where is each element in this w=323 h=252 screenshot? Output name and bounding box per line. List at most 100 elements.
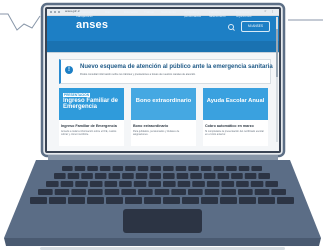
keyboard-key [89,181,103,187]
keyboard-key [49,197,66,204]
card-title: Ingreso Familiar de Emergencia [61,124,117,128]
card-description: Accedé a toda la información sobre el IF… [61,130,117,136]
card-banner: PRESENTACIÓN Ingreso Familiar de Emergen… [59,88,124,120]
keyboard-key [87,166,98,171]
star-icon[interactable]: ☆ [264,10,267,13]
keyboard-key [192,181,205,187]
keyboard-key [163,166,174,171]
keyboard-key [163,181,176,187]
menu-item-trabajadores[interactable]: Trabajadores y trabajadoras [76,10,100,18]
keyboard-key [258,197,275,204]
login-button[interactable]: MI ANSES [241,21,270,32]
keyboard-key [135,173,148,179]
banner-title: Ingreso Familiar de Emergencia [63,98,119,110]
keyboard-key [30,197,47,204]
card-banner: Bono extraordinario [131,88,196,120]
keyboard-key [171,189,186,195]
keyboard-key [251,166,262,171]
keyboard-key [206,181,220,187]
back-icon[interactable] [50,11,52,13]
keyboard-key [220,197,237,204]
search-icon[interactable] [228,24,234,30]
keyboard-key [201,197,218,204]
keyboard-key [213,166,225,171]
main-menu [47,41,279,52]
keyboard-key [81,173,93,179]
keyboard-key [144,197,161,204]
site-logo[interactable]: anses [76,20,108,31]
keyboard-key [62,166,73,171]
card-ife[interactable]: PRESENTACIÓN Ingreso Familiar de Emergen… [59,88,124,146]
menu-item-jubilados[interactable]: Jubilados y pensionados [184,10,208,18]
scrollbar-thumb[interactable] [276,29,278,77]
banner-title: Bono extraordinario [135,98,192,104]
keyboard-key [108,173,121,179]
keyboard-key [175,166,187,171]
menu-item-empresas[interactable]: Empresas y organismos [236,10,260,18]
keyboard-key [200,166,212,171]
info-icon: ! [65,66,73,74]
card-ayuda-escolar[interactable]: Ayuda Escolar Anual Cobro automático en … [203,88,268,146]
keyboard-key [188,189,203,195]
laptop-base-front [4,238,321,246]
keyboard-key [188,166,199,171]
keyboard-key [112,166,124,171]
keyboard-key [182,197,199,204]
laptop-shadow [40,247,285,250]
keyboard-key [250,181,264,187]
keyboard-key [238,189,253,195]
keyboard-key [154,189,170,195]
alert-banner[interactable]: ! Nuevo esquema de atención al público a… [59,59,273,84]
keyboard-key [60,181,74,187]
keyboard-key [277,197,294,204]
keyboard-key [121,189,136,195]
card-title: Cobro automático en marzo [205,124,254,128]
keyboard-key [239,197,256,204]
keyboard-key [104,181,118,187]
keyboard-key [265,181,278,187]
menu-item-nacimiento[interactable]: Nacimiento [161,10,185,15]
keyboard-key [125,166,136,171]
keyboard-key [150,166,161,171]
card-badge: PRESENTACIÓN [63,93,91,97]
card-banner: Ayuda Escolar Anual [203,88,268,120]
alert-subtitle: Podés consultar información sobre tus tr… [80,73,196,76]
keyboard-key [137,166,149,171]
keyboard-key [54,173,66,179]
card-description: Si completaste la presentación del certi… [205,130,264,136]
card-title: Bono extraordinario [133,124,169,128]
keyboard-key [88,189,103,195]
keyboard-key [104,189,120,195]
keyboard-key [217,173,230,179]
menu-divider [47,52,279,53]
keyboard-key [99,166,111,171]
keyboard-key [163,197,180,204]
keyboard-key [231,173,243,179]
card-bono[interactable]: Bono extraordinario Bono extraordinario … [131,88,196,146]
menu-icon[interactable]: ⋮ [271,10,274,13]
keyboard-key [226,166,237,171]
keyboard-key [163,173,175,179]
laptop-hinge [48,155,278,160]
keyboard-key [190,173,202,179]
keyboard-key [87,197,104,204]
keyboard-key [271,189,286,195]
refresh-icon[interactable] [58,11,60,13]
menu-item-familia[interactable]: Familia y fallecimiento [209,10,233,18]
keyboard-key [38,189,53,195]
keyboard-key [94,173,107,179]
keyboard-key [125,197,142,204]
alert-title: Nuevo esquema de atención al público ant… [80,64,273,70]
keyboard-key [203,173,216,179]
keyboard-key [204,189,220,195]
keyboard-key [106,197,123,204]
keyboard-key [138,189,153,195]
forward-icon[interactable] [54,11,56,13]
keyboard-key [68,197,85,204]
keyboard-key [254,189,270,195]
touchpad [123,209,202,233]
keyboard-key [149,173,161,179]
keyboard-key [238,166,250,171]
keyboard-key [46,181,59,187]
decorative-line-left [0,13,41,31]
